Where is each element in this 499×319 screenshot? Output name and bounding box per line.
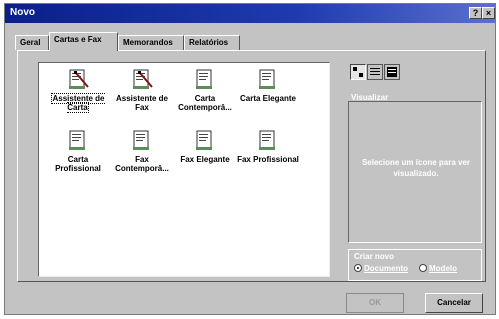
details-view-icon[interactable]	[384, 64, 400, 80]
document-icon	[47, 128, 109, 152]
tab-cartas-e-fax[interactable]: Cartas e Fax	[49, 32, 118, 51]
template-item[interactable]: Assistente de Carta	[47, 67, 109, 113]
document-icon	[111, 128, 173, 152]
wizard-fax-icon	[111, 67, 173, 91]
window-title: Novo	[10, 7, 35, 18]
template-label: Fax Profissional	[237, 155, 299, 164]
tab-relatorios[interactable]: Relatórios	[184, 35, 240, 50]
ok-button[interactable]: OK	[346, 293, 404, 313]
preview-area: Selecione um ícone para ver visualizado.	[348, 101, 482, 243]
template-item[interactable]: Fax Elegante	[174, 128, 236, 164]
help-button[interactable]: ?	[469, 7, 482, 19]
large-icons-view-icon[interactable]	[350, 64, 366, 80]
template-label: Assistente de Fax	[115, 94, 169, 112]
close-button[interactable]: ×	[482, 7, 495, 19]
template-list[interactable]: Assistente de Carta Assistente de Fax Cart…	[38, 62, 330, 277]
tab-panel: Assistente de Carta Assistente de Fax Cart…	[17, 50, 486, 282]
radio-modelo-label: Modelo	[429, 264, 457, 273]
template-label: Assistente de Carta	[51, 93, 105, 113]
template-item[interactable]: Assistente de Fax	[111, 67, 173, 112]
template-label: Carta Elegante	[239, 94, 297, 103]
radio-unselected-icon	[419, 264, 427, 272]
radio-selected-icon	[354, 264, 362, 272]
template-label: Fax Elegante	[180, 155, 230, 164]
template-label: Carta Contemporâ...	[178, 94, 232, 112]
title-bar[interactable]: Novo ? ×	[5, 4, 495, 23]
document-icon	[237, 128, 299, 152]
list-view-icon[interactable]	[367, 64, 383, 80]
template-item[interactable]: Fax Profissional	[237, 128, 299, 164]
wizard-letter-icon	[47, 67, 109, 91]
template-label: Fax Contemporâ...	[115, 155, 169, 173]
template-item[interactable]: Carta Elegante	[237, 67, 299, 103]
document-icon	[237, 67, 299, 91]
preview-message: Selecione um ícone para ver visualizado.	[361, 158, 471, 178]
tab-memorandos[interactable]: Memorandos	[118, 35, 184, 50]
create-new-label: Criar novo	[354, 252, 395, 261]
template-label: Carta Profissional	[55, 155, 101, 173]
radio-documento-label: Documento	[364, 264, 408, 273]
radio-documento[interactable]: Documento	[354, 264, 408, 273]
document-icon	[174, 67, 236, 91]
template-item[interactable]: Fax Contemporâ...	[111, 128, 173, 173]
radio-modelo[interactable]: Modelo	[419, 264, 457, 273]
create-new-group: Criar novo Documento Modelo	[348, 249, 482, 281]
template-item[interactable]: Carta Profissional	[47, 128, 109, 173]
cancel-button[interactable]: Cancelar	[425, 293, 483, 313]
tab-geral[interactable]: Geral	[15, 35, 49, 50]
document-icon	[174, 128, 236, 152]
new-document-dialog: Novo ? × Geral Cartas e Fax Memorandos R…	[4, 3, 496, 315]
template-item[interactable]: Carta Contemporâ...	[174, 67, 236, 112]
